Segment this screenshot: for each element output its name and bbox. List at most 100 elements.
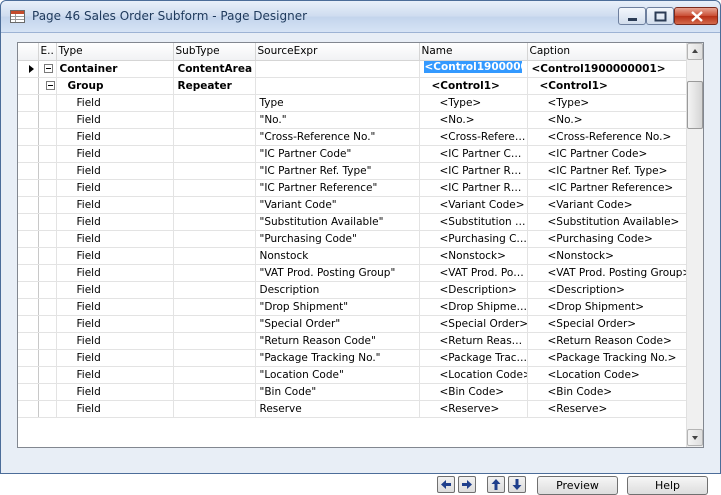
subtype-cell[interactable] (173, 349, 256, 367)
caption-cell[interactable]: <Return Reason Code> (527, 332, 695, 350)
type-cell[interactable]: Field (56, 400, 174, 418)
sourceexpr-cell[interactable]: "Variant Code" (255, 196, 420, 214)
caption-cell[interactable]: <Special Order> (527, 315, 695, 333)
subtype-cell[interactable] (173, 247, 256, 265)
move-up-button[interactable] (487, 476, 505, 493)
name-cell[interactable]: <Nonstock> (419, 247, 528, 265)
expand-cell[interactable] (38, 60, 57, 78)
grid-row[interactable]: Container ContentArea <Control1900000001> <… (18, 60, 695, 78)
caption-cell[interactable]: <Location Code> (527, 366, 695, 384)
subtype-cell[interactable] (173, 213, 256, 231)
row-selector[interactable] (18, 128, 39, 146)
sourceexpr-cell[interactable]: "Purchasing Code" (255, 230, 420, 248)
row-selector[interactable] (18, 230, 39, 248)
caption-cell[interactable]: <Purchasing Code> (527, 230, 695, 248)
col-header-type[interactable]: Type (56, 43, 174, 61)
expand-cell[interactable] (38, 77, 57, 95)
caption-cell[interactable]: <Substitution Available> (527, 213, 695, 231)
name-cell[interactable]: <Package Trac… (419, 349, 528, 367)
row-selector[interactable] (18, 383, 39, 401)
type-cell[interactable]: Field (56, 383, 174, 401)
grid-row[interactable]: Field "IC Partner Ref. Type" <IC Partner R… (18, 162, 695, 180)
name-cell[interactable]: <IC Partner R… (419, 162, 528, 180)
subtype-cell[interactable] (173, 298, 256, 316)
subtype-cell[interactable] (173, 162, 256, 180)
type-cell[interactable]: Field (56, 145, 174, 163)
caption-cell[interactable]: <Drop Shipment> (527, 298, 695, 316)
scroll-down-button[interactable] (687, 429, 703, 446)
minimize-button[interactable] (618, 7, 646, 25)
caption-cell[interactable]: <Type> (527, 94, 695, 112)
caption-cell[interactable]: <Bin Code> (527, 383, 695, 401)
caption-cell[interactable]: <IC Partner Ref. Type> (527, 162, 695, 180)
sourceexpr-cell[interactable]: Nonstock (255, 247, 420, 265)
type-cell[interactable]: Field (56, 111, 174, 129)
name-cell[interactable]: <Reserve> (419, 400, 528, 418)
grid-row[interactable]: Field "VAT Prod. Posting Group" <VAT Prod.… (18, 264, 695, 282)
grid-row[interactable]: Field "Special Order" <Special Order> <Spec… (18, 315, 695, 333)
type-cell[interactable]: Container (56, 60, 174, 78)
type-cell[interactable]: Field (56, 366, 174, 384)
sourceexpr-cell[interactable]: "IC Partner Ref. Type" (255, 162, 420, 180)
sourceexpr-cell[interactable]: "Location Code" (255, 366, 420, 384)
row-selector[interactable] (18, 179, 39, 197)
name-cell[interactable]: <Cross-Refere… (419, 128, 528, 146)
col-header-caption[interactable]: Caption (527, 43, 695, 61)
sourceexpr-cell[interactable]: Description (255, 281, 420, 299)
sourceexpr-cell[interactable]: "IC Partner Reference" (255, 179, 420, 197)
indent-left-button[interactable] (437, 476, 455, 493)
grid-row[interactable]: Group Repeater <Control1> <Control1> (18, 77, 695, 95)
type-cell[interactable]: Field (56, 179, 174, 197)
preview-button[interactable]: Preview (537, 476, 618, 495)
type-cell[interactable]: Field (56, 264, 174, 282)
sourceexpr-cell[interactable]: "Special Order" (255, 315, 420, 333)
subtype-cell[interactable] (173, 230, 256, 248)
name-cell[interactable]: <Bin Code> (419, 383, 528, 401)
grid-row[interactable]: Field Reserve <Reserve> <Reserve> (18, 400, 695, 418)
name-cell[interactable]: <IC Partner R… (419, 179, 528, 197)
sourceexpr-cell[interactable]: "Package Tracking No." (255, 349, 420, 367)
row-selector[interactable] (18, 298, 39, 316)
grid-row[interactable]: Field "Location Code" <Location Code> <Loca… (18, 366, 695, 384)
name-cell[interactable]: <Description> (419, 281, 528, 299)
name-cell[interactable]: <Substitution … (419, 213, 528, 231)
name-cell[interactable]: <Return Reas… (419, 332, 528, 350)
grid-row[interactable]: Field "Package Tracking No." <Package Trac… (18, 349, 695, 367)
name-cell[interactable]: <Control1900000001> (419, 60, 528, 78)
grid-row[interactable]: Field "Purchasing Code" <Purchasing C… <Pur… (18, 230, 695, 248)
subtype-cell[interactable] (173, 400, 256, 418)
close-button[interactable] (674, 7, 718, 25)
row-selector[interactable] (18, 94, 39, 112)
type-cell[interactable]: Field (56, 230, 174, 248)
col-header-expand[interactable]: E.. (38, 43, 57, 61)
row-selector[interactable] (18, 315, 39, 333)
vertical-scrollbar[interactable] (686, 43, 703, 447)
type-cell[interactable]: Field (56, 213, 174, 231)
grid-row[interactable]: Field Type <Type> <Type> (18, 94, 695, 112)
name-cell[interactable]: <Control1> (419, 77, 528, 95)
sourceexpr-cell[interactable]: "IC Partner Code" (255, 145, 420, 163)
help-button[interactable]: Help (627, 476, 708, 495)
row-selector[interactable] (18, 213, 39, 231)
subtype-cell[interactable] (173, 366, 256, 384)
type-cell[interactable]: Field (56, 332, 174, 350)
grid-row[interactable]: Field "IC Partner Reference" <IC Partner R… (18, 179, 695, 197)
row-selector[interactable] (18, 400, 39, 418)
grid-row[interactable]: Field "IC Partner Code" <IC Partner C… <IC … (18, 145, 695, 163)
row-selector[interactable] (18, 264, 39, 282)
sourceexpr-cell[interactable]: "VAT Prod. Posting Group" (255, 264, 420, 282)
name-cell[interactable]: <Purchasing C… (419, 230, 528, 248)
subtype-cell[interactable] (173, 383, 256, 401)
caption-cell[interactable]: <Control1900000001> (527, 60, 695, 78)
subtype-cell[interactable] (173, 281, 256, 299)
row-selector[interactable] (18, 111, 39, 129)
caption-cell[interactable]: <No.> (527, 111, 695, 129)
row-selector[interactable] (18, 332, 39, 350)
caption-cell[interactable]: <Control1> (527, 77, 695, 95)
col-header-sourceexpr[interactable]: SourceExpr (255, 43, 420, 61)
row-selector[interactable] (18, 196, 39, 214)
subtype-cell[interactable] (173, 196, 256, 214)
name-cell[interactable]: <Location Code> (419, 366, 528, 384)
caption-cell[interactable]: <Package Tracking No.> (527, 349, 695, 367)
sourceexpr-cell[interactable]: "No." (255, 111, 420, 129)
